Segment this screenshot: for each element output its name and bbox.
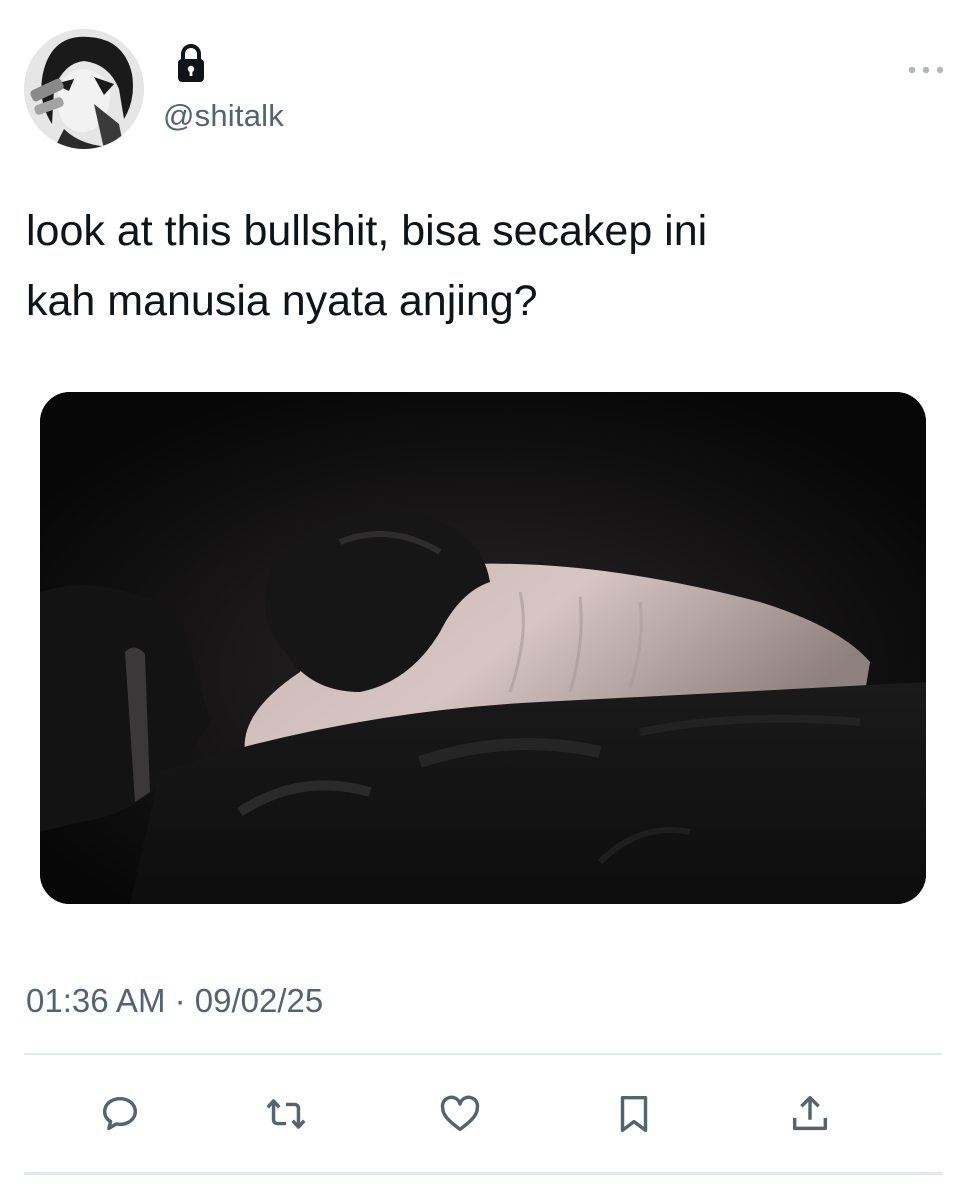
retweet-button[interactable]: [256, 1084, 316, 1144]
photo-thumbnail: [40, 392, 926, 904]
tweet-media[interactable]: [40, 392, 926, 904]
bookmark-icon: [620, 1095, 648, 1133]
tweet-actions: [0, 1084, 966, 1144]
more-icon[interactable]: [906, 62, 946, 78]
tweet-text: look at this bullshit, bisa secakep ini …: [26, 207, 708, 325]
user-handle[interactable]: @shitalk: [163, 98, 284, 134]
share-icon: [792, 1095, 828, 1131]
bookmark-button[interactable]: [604, 1084, 664, 1144]
reply-button[interactable]: [90, 1084, 150, 1144]
comment-icon: [102, 1096, 138, 1131]
avatar-image: [24, 29, 144, 149]
share-button[interactable]: [780, 1084, 840, 1144]
avatar[interactable]: [24, 29, 144, 149]
retweet-icon: [266, 1099, 306, 1129]
divider: [24, 1053, 942, 1055]
lock-icon: [176, 42, 206, 84]
divider: [24, 1172, 942, 1175]
heart-icon: [440, 1095, 480, 1132]
tweet-timestamp[interactable]: 01:36 AM · 09/02/25: [26, 982, 323, 1020]
like-button[interactable]: [430, 1084, 490, 1144]
